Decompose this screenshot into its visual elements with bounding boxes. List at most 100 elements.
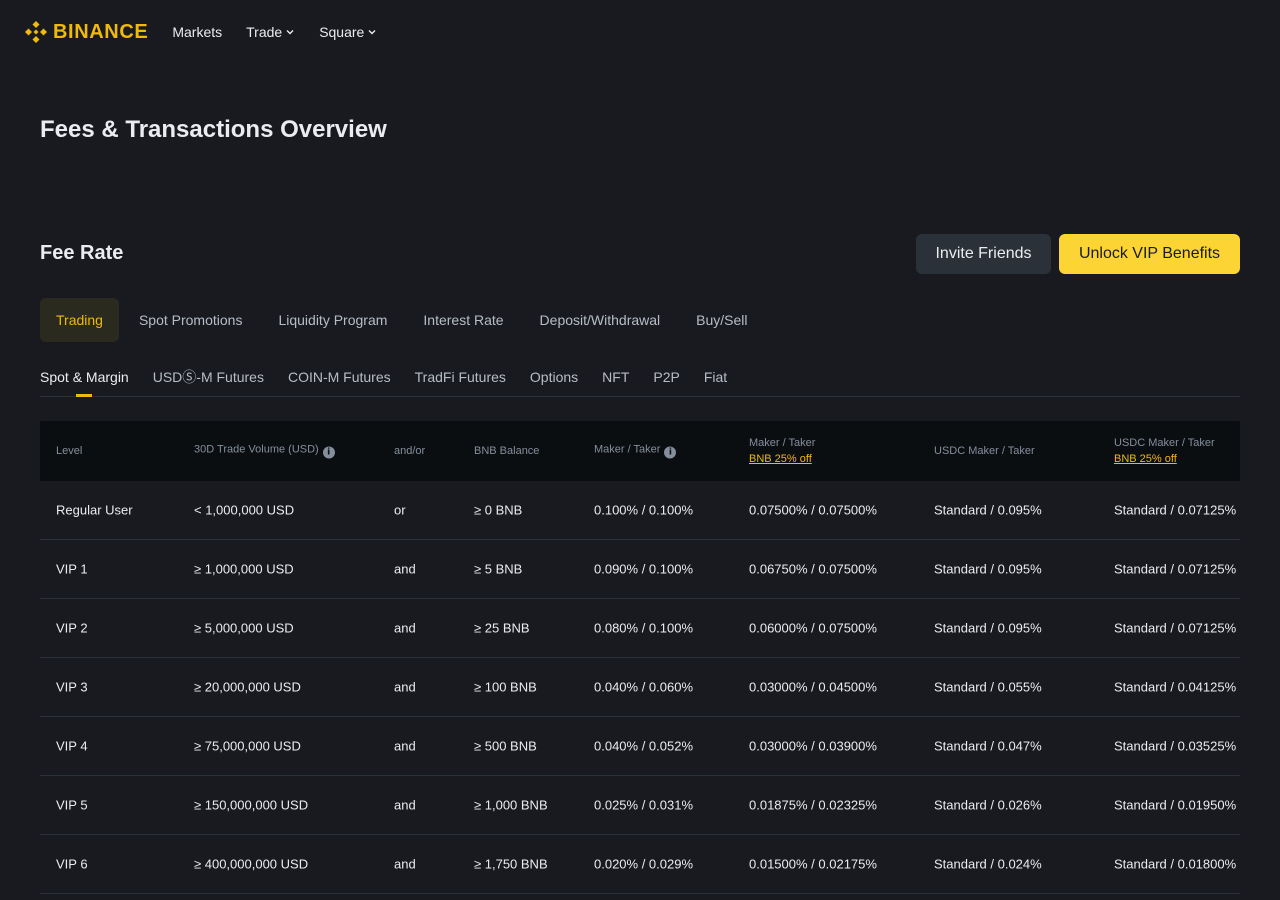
table-cell: 0.03000% / 0.04500% [749, 679, 877, 695]
table-cell: 0.07500% / 0.07500% [749, 502, 877, 518]
table-cell: ≥ 500 BNB [474, 738, 537, 754]
table-row: Regular User < 1,000,000 USD or ≥ 0 BNB 0.10… [40, 481, 1240, 540]
binance-logo[interactable]: BINANCE [24, 20, 148, 44]
chevron-down-icon [368, 30, 376, 35]
header-usdc-bnb-label: USDC Maker / Taker [1114, 437, 1215, 449]
table-cell: Standard / 0.095% [934, 502, 1042, 518]
header-volume: 30D Trade Volume (USD) i [194, 444, 335, 459]
table-cell: and [394, 561, 416, 577]
info-icon[interactable]: i [664, 446, 677, 459]
tab-spot-promotions[interactable]: Spot Promotions [123, 298, 259, 342]
subtab-options[interactable]: Options [530, 360, 578, 396]
nav-square[interactable]: Square [319, 24, 377, 40]
tab-deposit-withdrawal[interactable]: Deposit/Withdrawal [524, 298, 677, 342]
subtab-p2p[interactable]: P2P [653, 360, 679, 396]
page-title: Fees & Transactions Overview [40, 116, 387, 143]
tab-liquidity-program[interactable]: Liquidity Program [262, 298, 403, 342]
table-cell: Standard / 0.055% [934, 679, 1042, 695]
table-cell: Standard / 0.03525% [1114, 738, 1237, 754]
table-cell: 0.040% / 0.060% [594, 679, 694, 695]
fee-rate-title: Fee Rate [40, 242, 124, 264]
table-cell: VIP 5 [56, 797, 88, 813]
table-cell: 0.020% / 0.029% [594, 856, 694, 872]
table-cell: < 1,000,000 USD [194, 502, 295, 518]
nav-markets[interactable]: Markets [172, 24, 222, 40]
header-maker-taker-label: Maker / Taker [594, 443, 661, 456]
header-volume-label: 30D Trade Volume (USD) [194, 443, 319, 456]
subtab-nft[interactable]: NFT [602, 360, 629, 396]
table-cell: Regular User [56, 502, 133, 518]
tab-interest-rate[interactable]: Interest Rate [407, 298, 519, 342]
table-cell: Standard / 0.095% [934, 561, 1042, 577]
unlock-vip-button[interactable]: Unlock VIP Benefits [1059, 234, 1240, 274]
trading-sub-tabs: Spot & Margin USDⓈ-M Futures COIN-M Futu… [40, 360, 1240, 397]
table-cell: Standard / 0.07125% [1114, 561, 1237, 577]
table-row: VIP 2 ≥ 5,000,000 USD and ≥ 25 BNB 0.080% / … [40, 599, 1240, 658]
table-cell: 0.040% / 0.052% [594, 738, 694, 754]
fee-category-tabs: Trading Spot Promotions Liquidity Progra… [40, 298, 768, 342]
table-cell: 0.03000% / 0.03900% [749, 738, 877, 754]
table-cell: VIP 3 [56, 679, 88, 695]
bnb-discount-link[interactable]: BNB 25% off [1114, 453, 1215, 465]
table-cell: ≥ 5 BNB [474, 561, 523, 577]
table-cell: 0.01875% / 0.02325% [749, 797, 877, 813]
table-cell: 0.100% / 0.100% [594, 502, 694, 518]
table-cell: 0.01500% / 0.02175% [749, 856, 877, 872]
table-cell: ≥ 150,000,000 USD [194, 797, 309, 813]
header-maker-taker-bnb: Maker / Taker BNB 25% off [749, 437, 815, 465]
table-cell: Standard / 0.026% [934, 797, 1042, 813]
nav-trade[interactable]: Trade [246, 24, 295, 40]
table-row: VIP 1 ≥ 1,000,000 USD and ≥ 5 BNB 0.090% / 0… [40, 540, 1240, 599]
table-cell: ≥ 400,000,000 USD [194, 856, 309, 872]
table-cell: VIP 2 [56, 620, 88, 636]
table-cell: Standard / 0.07125% [1114, 502, 1237, 518]
subtab-usds-m-futures[interactable]: USDⓈ-M Futures [153, 360, 264, 396]
table-cell: and [394, 679, 416, 695]
table-cell: Standard / 0.047% [934, 738, 1042, 754]
header-bnb-balance: BNB Balance [474, 445, 540, 457]
table-cell: and [394, 856, 416, 872]
header-usdc: USDC Maker / Taker [934, 445, 1035, 457]
fee-table: Level 30D Trade Volume (USD) i and/or BNB… [40, 421, 1240, 900]
top-header: BINANCE Markets Trade Square [0, 0, 1280, 64]
table-cell: ≥ 1,000 BNB [474, 797, 548, 813]
tab-buy-sell[interactable]: Buy/Sell [680, 298, 763, 342]
table-cell: Standard / 0.01800% [1114, 856, 1237, 872]
bnb-discount-link[interactable]: BNB 25% off [749, 453, 815, 465]
table-cell: VIP 1 [56, 561, 88, 577]
table-cell: ≥ 1,750 BNB [474, 856, 548, 872]
table-cell: Standard / 0.024% [934, 856, 1042, 872]
table-cell: ≥ 75,000,000 USD [194, 738, 301, 754]
table-cell: or [394, 502, 406, 518]
subtab-spot-margin[interactable]: Spot & Margin [40, 360, 129, 397]
subtab-coin-m-futures[interactable]: COIN-M Futures [288, 360, 391, 396]
table-cell: ≥ 5,000,000 USD [194, 620, 294, 636]
nav-markets-label: Markets [172, 24, 223, 40]
table-row: VIP 3 ≥ 20,000,000 USD and ≥ 100 BNB 0.040% … [40, 658, 1240, 717]
header-usdc-bnb: USDC Maker / Taker BNB 25% off [1114, 437, 1215, 465]
table-cell: ≥ 0 BNB [474, 502, 523, 518]
table-cell: Standard / 0.01950% [1114, 797, 1237, 813]
subtab-tradfi-futures[interactable]: TradFi Futures [415, 360, 506, 396]
table-cell: Standard / 0.04125% [1114, 679, 1237, 695]
table-cell: VIP 6 [56, 856, 88, 872]
table-body: Regular User < 1,000,000 USD or ≥ 0 BNB 0.10… [40, 481, 1240, 894]
tab-trading[interactable]: Trading [40, 298, 119, 342]
chevron-down-icon [286, 30, 294, 35]
info-icon[interactable]: i [322, 446, 335, 459]
table-cell: VIP 4 [56, 738, 88, 754]
table-cell: ≥ 100 BNB [474, 679, 537, 695]
table-cell: 0.090% / 0.100% [594, 561, 694, 577]
table-cell: ≥ 1,000,000 USD [194, 561, 294, 577]
subtab-fiat[interactable]: Fiat [704, 360, 727, 396]
header-maker-taker: Maker / Taker i [594, 443, 677, 459]
table-row: VIP 6 ≥ 400,000,000 USD and ≥ 1,750 BNB 0.02… [40, 835, 1240, 894]
invite-friends-button[interactable]: Invite Friends [916, 234, 1051, 274]
table-cell: 0.06000% / 0.07500% [749, 620, 877, 636]
table-cell: 0.06750% / 0.07500% [749, 561, 877, 577]
table-cell: 0.025% / 0.031% [594, 797, 694, 813]
table-cell: ≥ 20,000,000 USD [194, 679, 301, 695]
table-cell: and [394, 738, 416, 754]
header-andor: and/or [394, 445, 426, 457]
table-header: Level 30D Trade Volume (USD) i and/or BNB… [40, 421, 1240, 481]
